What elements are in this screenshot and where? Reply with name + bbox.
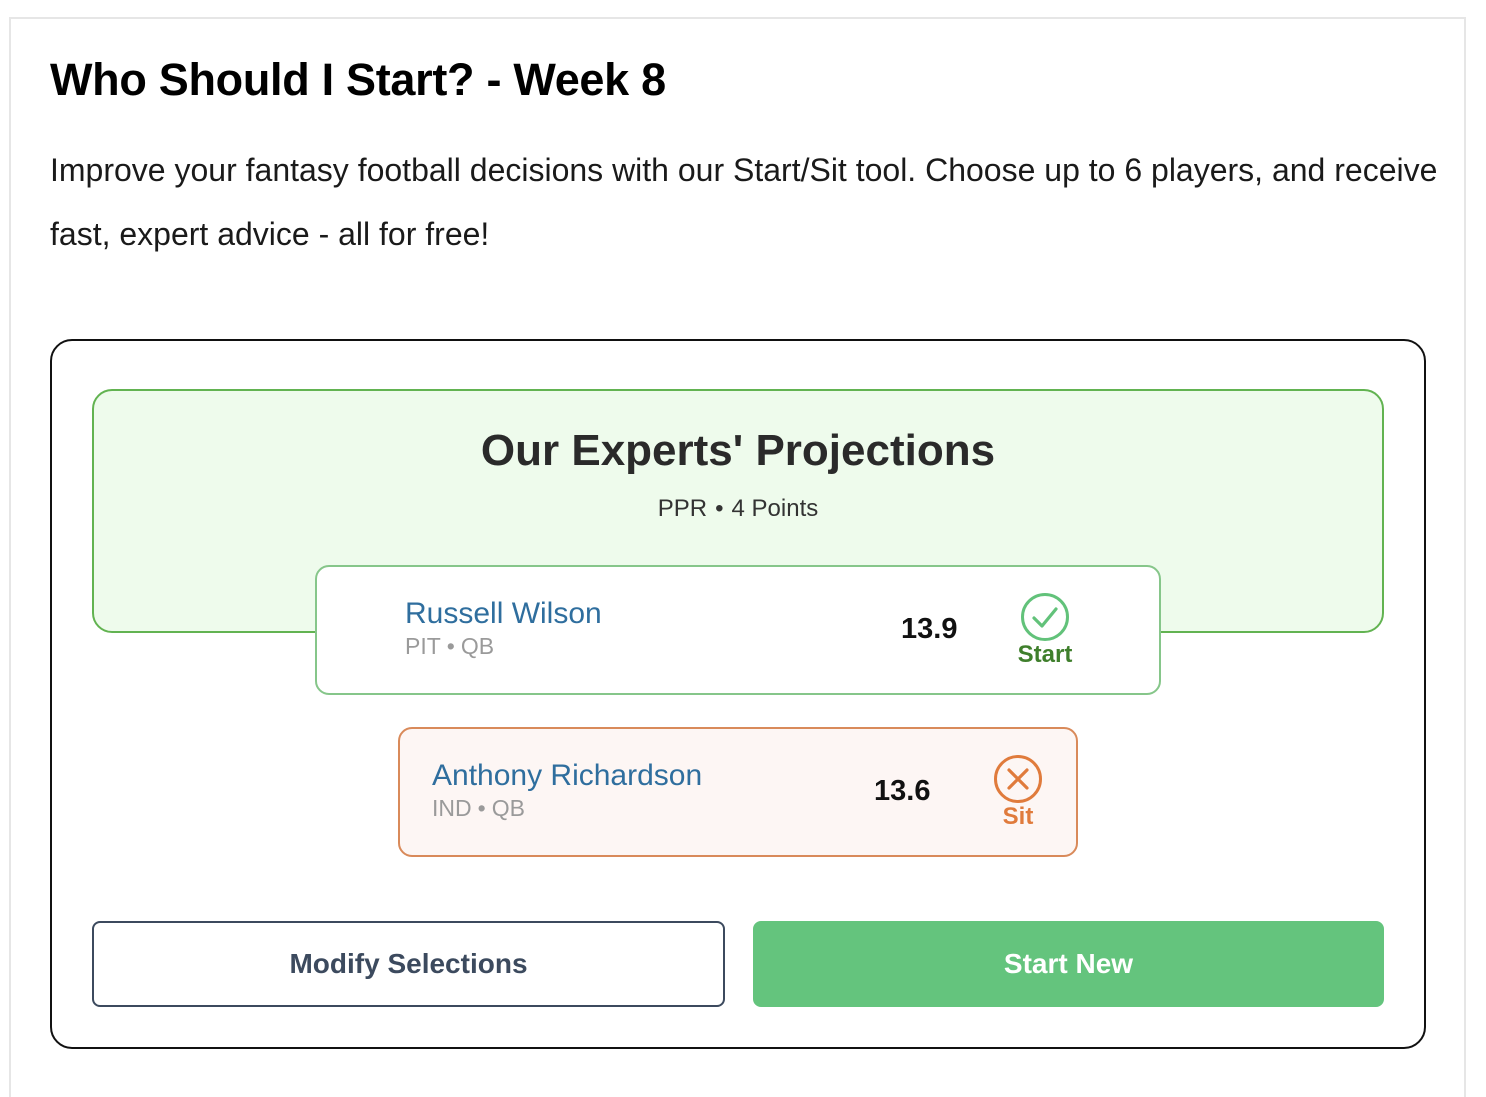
projections-settings: PPR • 4 Points xyxy=(92,495,1384,523)
separator-dot: • xyxy=(715,495,724,522)
check-circle-icon xyxy=(1021,593,1069,641)
verdict-sit-label: Sit xyxy=(1002,803,1034,830)
player-name[interactable]: Russell Wilson xyxy=(405,597,602,631)
player-team: PIT xyxy=(405,633,441,659)
player-team: IND xyxy=(432,795,472,821)
page-title: Who Should I Start? - Week 8 xyxy=(50,54,666,105)
x-circle-icon xyxy=(994,755,1042,803)
player-position: QB xyxy=(491,795,525,821)
player-card-sit[interactable]: Anthony Richardson IND • QB 13.6 Sit xyxy=(398,727,1078,857)
start-new-button[interactable]: Start New xyxy=(753,921,1384,1007)
player-name[interactable]: Anthony Richardson xyxy=(432,759,702,793)
projected-points: 13.9 xyxy=(901,613,958,645)
player-card-start[interactable]: Russell Wilson PIT • QB 13.9 Start xyxy=(315,565,1161,695)
intro-text: Improve your fantasy football decisions … xyxy=(50,152,1438,252)
projections-title: Our Experts' Projections xyxy=(480,426,996,475)
points-setting: 4 Points xyxy=(731,495,819,522)
scoring-format: PPR xyxy=(657,495,708,522)
verdict-start-label: Start xyxy=(1017,641,1073,668)
player-position: QB xyxy=(460,633,495,659)
player-meta: PIT • QB xyxy=(405,633,494,660)
modify-selections-button[interactable]: Modify Selections xyxy=(92,921,725,1007)
separator-dot: • xyxy=(446,633,455,659)
player-meta: IND • QB xyxy=(432,795,525,822)
separator-dot: • xyxy=(477,795,486,821)
projected-points: 13.6 xyxy=(874,775,931,807)
